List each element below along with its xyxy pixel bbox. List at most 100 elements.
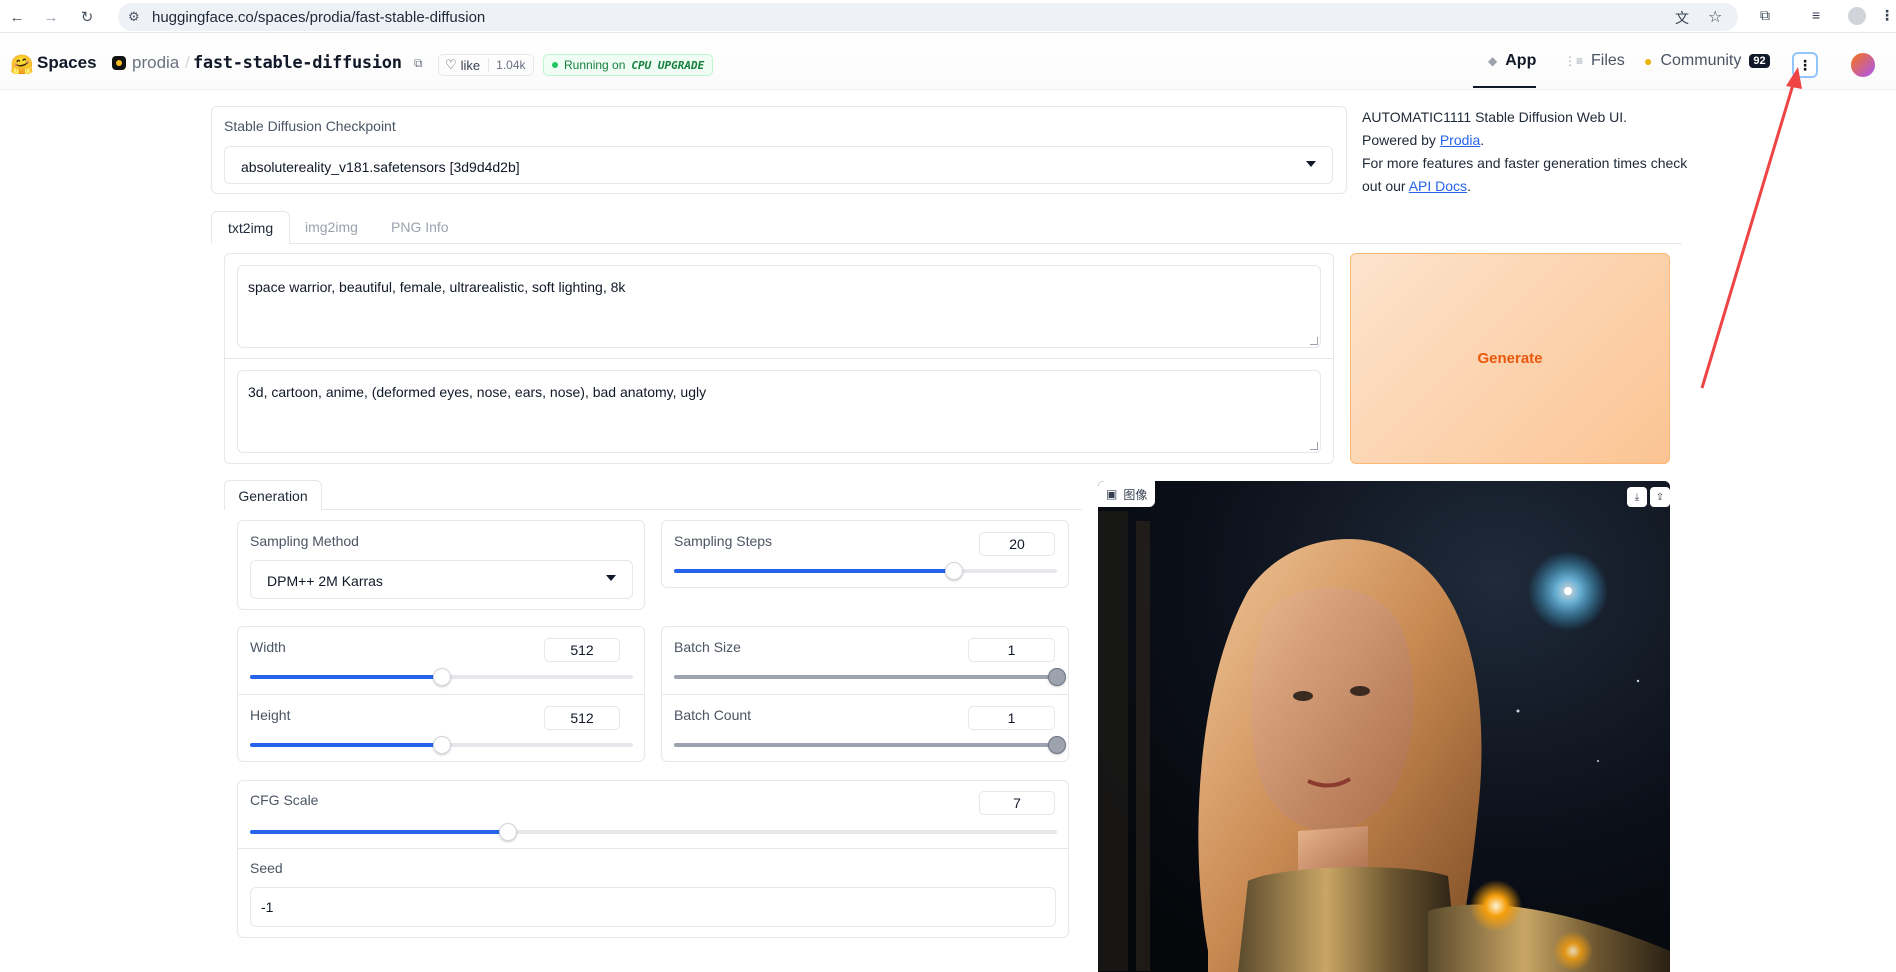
info-period-2: . xyxy=(1467,178,1471,194)
cfg-scale-slider[interactable] xyxy=(250,823,1057,841)
space-name-link[interactable]: fast-stable-diffusion xyxy=(193,53,402,73)
prompt-input[interactable]: space warrior, beautiful, female, ultrar… xyxy=(237,265,1321,348)
tab-txt2img[interactable]: txt2img xyxy=(211,211,291,244)
status-badge[interactable]: Running on CPU UPGRADE xyxy=(543,54,714,76)
more-options-button[interactable]: ⋮ xyxy=(1792,52,1818,78)
huggingface-logo-icon[interactable]: 🤗 xyxy=(10,53,34,77)
chevron-down-icon xyxy=(606,575,616,581)
bookmark-star-icon[interactable]: ☆ xyxy=(1708,7,1722,27)
forward-icon[interactable]: → xyxy=(40,6,62,28)
tab-generation[interactable]: Generation xyxy=(224,480,322,510)
like-label: like xyxy=(460,57,481,73)
slider-thumb[interactable] xyxy=(1048,668,1066,686)
slider-thumb[interactable] xyxy=(499,823,518,841)
browser-toolbar: ← → ↻ ⚙ huggingface.co/spaces/prodia/fas… xyxy=(0,0,1896,33)
height-input[interactable]: 512 xyxy=(544,706,620,730)
slider-thumb[interactable] xyxy=(432,668,451,686)
org-avatar-icon xyxy=(112,56,126,70)
media-icon[interactable]: ≡ xyxy=(1812,7,1820,23)
tab-files[interactable]: ⋮≡ Files xyxy=(1564,52,1625,70)
batch-size-input[interactable]: 1 xyxy=(968,638,1055,662)
community-icon: ● xyxy=(1644,53,1653,69)
cfg-scale-label: CFG Scale xyxy=(250,792,319,808)
like-button[interactable]: ♡ like 1.04k xyxy=(438,54,534,76)
back-icon[interactable]: ← xyxy=(6,6,28,28)
sampling-method-dropdown[interactable]: DPM++ 2M Karras xyxy=(250,560,633,599)
user-avatar[interactable] xyxy=(1851,53,1875,77)
copy-icon[interactable]: ⧉ xyxy=(414,56,423,71)
extensions-icon[interactable]: ⧉ xyxy=(1760,7,1770,24)
url-text: huggingface.co/spaces/prodia/fast-stable… xyxy=(152,9,486,26)
breadcrumb-separator: / xyxy=(185,53,190,72)
batch-count-input[interactable]: 1 xyxy=(968,706,1055,730)
slider-thumb[interactable] xyxy=(1048,736,1066,754)
status-hardware: CPU UPGRADE xyxy=(631,58,705,72)
slider-fill xyxy=(674,743,1057,747)
slider-thumb[interactable] xyxy=(432,736,451,754)
spaces-link[interactable]: Spaces xyxy=(37,53,97,73)
resize-handle-icon[interactable] xyxy=(1310,337,1318,345)
info-line-4: out our API Docs. xyxy=(1362,175,1687,198)
cube-icon: ◆ xyxy=(1488,54,1498,68)
address-bar[interactable]: ⚙ huggingface.co/spaces/prodia/fast-stab… xyxy=(118,3,1738,31)
resize-handle-icon[interactable] xyxy=(1310,442,1318,450)
checkpoint-label: Stable Diffusion Checkpoint xyxy=(224,118,396,134)
tab-png-info[interactable]: PNG Info xyxy=(375,211,465,244)
negative-prompt-text: 3d, cartoon, anime, (deformed eyes, nose… xyxy=(248,384,707,400)
status-prefix: Running on xyxy=(564,58,626,72)
sampling-method-value: DPM++ 2M Karras xyxy=(267,573,383,589)
sampling-method-block: Sampling Method DPM++ 2M Karras xyxy=(237,520,645,610)
tab-community[interactable]: ● Community 92 xyxy=(1644,52,1770,70)
batch-count-slider[interactable] xyxy=(674,736,1066,754)
prodia-link[interactable]: Prodia xyxy=(1440,132,1480,148)
negative-prompt-input[interactable]: 3d, cartoon, anime, (deformed eyes, nose… xyxy=(237,370,1321,453)
generation-tab-divider xyxy=(224,509,1082,510)
profile-icon[interactable] xyxy=(1848,7,1866,25)
width-input[interactable]: 512 xyxy=(544,638,620,662)
browser-menu-icon[interactable]: ⋮ xyxy=(1880,7,1894,24)
info-line-3: For more features and faster generation … xyxy=(1362,155,1688,171)
batch-divider xyxy=(662,694,1068,695)
info-period: . xyxy=(1480,132,1485,148)
files-icon: ⋮≡ xyxy=(1564,54,1584,68)
reload-icon[interactable]: ↻ xyxy=(76,6,98,28)
generated-portrait-image xyxy=(1098,481,1670,972)
generate-button[interactable]: Generate xyxy=(1350,253,1670,464)
info-out-our: out our xyxy=(1362,178,1409,194)
translate-icon[interactable]: 文 xyxy=(1675,8,1689,28)
org-link[interactable]: prodia xyxy=(132,53,179,73)
sampling-steps-block: Sampling Steps 20 xyxy=(661,520,1069,588)
batch-size-slider[interactable] xyxy=(674,668,1066,686)
batch-size-label: Batch Size xyxy=(674,639,741,655)
api-docs-link[interactable]: API Docs xyxy=(1409,178,1467,194)
status-dot-icon xyxy=(552,62,558,68)
slider-thumb[interactable] xyxy=(944,562,963,580)
height-slider[interactable] xyxy=(250,736,633,754)
tab-img2img[interactable]: img2img xyxy=(289,211,374,244)
checkpoint-block: Stable Diffusion Checkpoint absolutereal… xyxy=(211,106,1347,194)
active-tab-indicator xyxy=(1473,86,1536,88)
cfg-divider xyxy=(238,848,1068,849)
heart-icon: ♡ xyxy=(445,57,457,72)
slider-fill xyxy=(250,743,442,747)
width-slider[interactable] xyxy=(250,668,633,686)
cfg-scale-input[interactable]: 7 xyxy=(979,791,1055,815)
sampling-steps-input[interactable]: 20 xyxy=(979,532,1055,556)
slider-fill xyxy=(674,675,1057,679)
size-block: Width 512 Height 512 xyxy=(237,626,645,762)
checkpoint-dropdown[interactable]: absolutereality_v181.safetensors [3d9d4d… xyxy=(224,146,1333,184)
tab-app-label: App xyxy=(1505,52,1537,69)
download-icon[interactable]: ⤓ xyxy=(1627,487,1647,507)
share-icon[interactable]: ⇪ xyxy=(1650,487,1670,507)
slider-fill xyxy=(674,569,954,573)
seed-input[interactable]: -1 xyxy=(250,887,1056,927)
sampling-method-label: Sampling Method xyxy=(250,533,359,549)
tab-app[interactable]: ◆ App xyxy=(1488,52,1536,70)
output-image[interactable]: ▣ 图像 ⤓ ⇪ xyxy=(1098,481,1670,972)
tab-files-label: Files xyxy=(1591,52,1625,69)
sampling-steps-slider[interactable] xyxy=(674,562,1057,580)
seed-label: Seed xyxy=(250,860,283,876)
community-count-badge: 92 xyxy=(1749,54,1770,68)
prompt-text: space warrior, beautiful, female, ultrar… xyxy=(248,279,626,295)
site-settings-icon[interactable]: ⚙ xyxy=(128,9,140,25)
